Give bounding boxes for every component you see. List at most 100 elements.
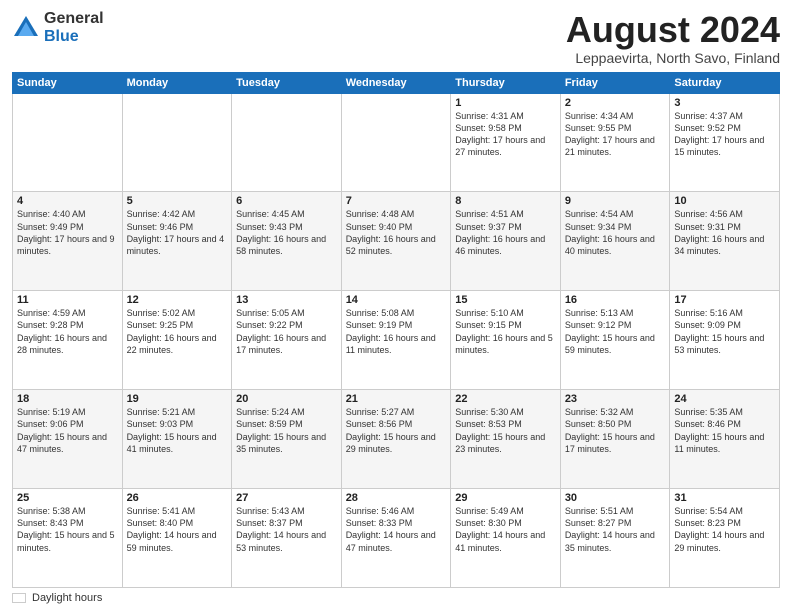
footer: Daylight hours: [12, 592, 780, 604]
day-number: 31: [674, 492, 775, 504]
day-info: Sunrise: 4:42 AM Sunset: 9:46 PM Dayligh…: [127, 208, 228, 257]
calendar-header-wednesday: Wednesday: [341, 72, 451, 93]
day-number: 18: [17, 393, 118, 405]
legend-box: [12, 593, 26, 603]
logo: General Blue: [12, 10, 104, 45]
calendar-cell: [122, 93, 232, 192]
day-info: Sunrise: 4:37 AM Sunset: 9:52 PM Dayligh…: [674, 110, 775, 159]
calendar-cell: 12Sunrise: 5:02 AM Sunset: 9:25 PM Dayli…: [122, 291, 232, 390]
day-number: 12: [127, 294, 228, 306]
calendar-header-friday: Friday: [560, 72, 670, 93]
day-info: Sunrise: 5:46 AM Sunset: 8:33 PM Dayligh…: [346, 505, 447, 554]
calendar-cell: 8Sunrise: 4:51 AM Sunset: 9:37 PM Daylig…: [451, 192, 561, 291]
day-info: Sunrise: 5:30 AM Sunset: 8:53 PM Dayligh…: [455, 406, 556, 455]
calendar-cell: 13Sunrise: 5:05 AM Sunset: 9:22 PM Dayli…: [232, 291, 342, 390]
calendar-cell: 11Sunrise: 4:59 AM Sunset: 9:28 PM Dayli…: [13, 291, 123, 390]
calendar-cell: 31Sunrise: 5:54 AM Sunset: 8:23 PM Dayli…: [670, 489, 780, 588]
calendar-cell: 30Sunrise: 5:51 AM Sunset: 8:27 PM Dayli…: [560, 489, 670, 588]
day-number: 9: [565, 195, 666, 207]
calendar-cell: 21Sunrise: 5:27 AM Sunset: 8:56 PM Dayli…: [341, 390, 451, 489]
calendar-header-thursday: Thursday: [451, 72, 561, 93]
day-number: 11: [17, 294, 118, 306]
calendar-cell: 14Sunrise: 5:08 AM Sunset: 9:19 PM Dayli…: [341, 291, 451, 390]
calendar-cell: 18Sunrise: 5:19 AM Sunset: 9:06 PM Dayli…: [13, 390, 123, 489]
day-number: 14: [346, 294, 447, 306]
day-number: 17: [674, 294, 775, 306]
day-number: 1: [455, 97, 556, 109]
day-info: Sunrise: 4:40 AM Sunset: 9:49 PM Dayligh…: [17, 208, 118, 257]
calendar-cell: 25Sunrise: 5:38 AM Sunset: 8:43 PM Dayli…: [13, 489, 123, 588]
day-number: 27: [236, 492, 337, 504]
calendar-cell: [232, 93, 342, 192]
day-info: Sunrise: 5:02 AM Sunset: 9:25 PM Dayligh…: [127, 307, 228, 356]
calendar-week-4: 25Sunrise: 5:38 AM Sunset: 8:43 PM Dayli…: [13, 489, 780, 588]
day-number: 24: [674, 393, 775, 405]
day-number: 10: [674, 195, 775, 207]
day-info: Sunrise: 5:10 AM Sunset: 9:15 PM Dayligh…: [455, 307, 556, 356]
calendar-cell: 2Sunrise: 4:34 AM Sunset: 9:55 PM Daylig…: [560, 93, 670, 192]
calendar-cell: [341, 93, 451, 192]
calendar-header-saturday: Saturday: [670, 72, 780, 93]
day-info: Sunrise: 4:59 AM Sunset: 9:28 PM Dayligh…: [17, 307, 118, 356]
calendar-cell: 4Sunrise: 4:40 AM Sunset: 9:49 PM Daylig…: [13, 192, 123, 291]
day-info: Sunrise: 5:32 AM Sunset: 8:50 PM Dayligh…: [565, 406, 666, 455]
day-info: Sunrise: 5:16 AM Sunset: 9:09 PM Dayligh…: [674, 307, 775, 356]
day-number: 28: [346, 492, 447, 504]
day-info: Sunrise: 4:34 AM Sunset: 9:55 PM Dayligh…: [565, 110, 666, 159]
day-info: Sunrise: 4:31 AM Sunset: 9:58 PM Dayligh…: [455, 110, 556, 159]
day-info: Sunrise: 4:51 AM Sunset: 9:37 PM Dayligh…: [455, 208, 556, 257]
legend-label: Daylight hours: [32, 592, 102, 604]
day-number: 8: [455, 195, 556, 207]
header: General Blue August 2024 Leppaevirta, No…: [12, 10, 780, 66]
day-number: 2: [565, 97, 666, 109]
day-info: Sunrise: 5:41 AM Sunset: 8:40 PM Dayligh…: [127, 505, 228, 554]
day-number: 6: [236, 195, 337, 207]
calendar-cell: 22Sunrise: 5:30 AM Sunset: 8:53 PM Dayli…: [451, 390, 561, 489]
day-number: 5: [127, 195, 228, 207]
day-info: Sunrise: 5:21 AM Sunset: 9:03 PM Dayligh…: [127, 406, 228, 455]
day-info: Sunrise: 5:35 AM Sunset: 8:46 PM Dayligh…: [674, 406, 775, 455]
calendar-cell: 23Sunrise: 5:32 AM Sunset: 8:50 PM Dayli…: [560, 390, 670, 489]
calendar-cell: 10Sunrise: 4:56 AM Sunset: 9:31 PM Dayli…: [670, 192, 780, 291]
logo-general-text: General: [44, 10, 104, 28]
calendar-week-2: 11Sunrise: 4:59 AM Sunset: 9:28 PM Dayli…: [13, 291, 780, 390]
day-number: 20: [236, 393, 337, 405]
day-number: 25: [17, 492, 118, 504]
day-info: Sunrise: 5:38 AM Sunset: 8:43 PM Dayligh…: [17, 505, 118, 554]
calendar-cell: 19Sunrise: 5:21 AM Sunset: 9:03 PM Dayli…: [122, 390, 232, 489]
calendar-header-row: SundayMondayTuesdayWednesdayThursdayFrid…: [13, 72, 780, 93]
calendar-cell: 24Sunrise: 5:35 AM Sunset: 8:46 PM Dayli…: [670, 390, 780, 489]
calendar-cell: 29Sunrise: 5:49 AM Sunset: 8:30 PM Dayli…: [451, 489, 561, 588]
calendar-cell: 5Sunrise: 4:42 AM Sunset: 9:46 PM Daylig…: [122, 192, 232, 291]
day-number: 19: [127, 393, 228, 405]
logo-blue-text: Blue: [44, 28, 104, 46]
day-number: 7: [346, 195, 447, 207]
calendar-week-3: 18Sunrise: 5:19 AM Sunset: 9:06 PM Dayli…: [13, 390, 780, 489]
day-info: Sunrise: 5:13 AM Sunset: 9:12 PM Dayligh…: [565, 307, 666, 356]
calendar-week-1: 4Sunrise: 4:40 AM Sunset: 9:49 PM Daylig…: [13, 192, 780, 291]
calendar-cell: [13, 93, 123, 192]
calendar-cell: 15Sunrise: 5:10 AM Sunset: 9:15 PM Dayli…: [451, 291, 561, 390]
day-number: 15: [455, 294, 556, 306]
day-info: Sunrise: 5:24 AM Sunset: 8:59 PM Dayligh…: [236, 406, 337, 455]
day-info: Sunrise: 5:51 AM Sunset: 8:27 PM Dayligh…: [565, 505, 666, 554]
day-number: 21: [346, 393, 447, 405]
calendar-cell: 27Sunrise: 5:43 AM Sunset: 8:37 PM Dayli…: [232, 489, 342, 588]
day-number: 3: [674, 97, 775, 109]
day-number: 16: [565, 294, 666, 306]
calendar-week-0: 1Sunrise: 4:31 AM Sunset: 9:58 PM Daylig…: [13, 93, 780, 192]
calendar-cell: 3Sunrise: 4:37 AM Sunset: 9:52 PM Daylig…: [670, 93, 780, 192]
day-info: Sunrise: 5:08 AM Sunset: 9:19 PM Dayligh…: [346, 307, 447, 356]
calendar-table: SundayMondayTuesdayWednesdayThursdayFrid…: [12, 72, 780, 588]
day-info: Sunrise: 5:05 AM Sunset: 9:22 PM Dayligh…: [236, 307, 337, 356]
day-number: 26: [127, 492, 228, 504]
calendar-cell: 28Sunrise: 5:46 AM Sunset: 8:33 PM Dayli…: [341, 489, 451, 588]
logo-text: General Blue: [44, 10, 104, 45]
day-info: Sunrise: 5:27 AM Sunset: 8:56 PM Dayligh…: [346, 406, 447, 455]
month-year: August 2024: [566, 10, 780, 50]
page: General Blue August 2024 Leppaevirta, No…: [0, 0, 792, 612]
day-number: 13: [236, 294, 337, 306]
day-info: Sunrise: 5:43 AM Sunset: 8:37 PM Dayligh…: [236, 505, 337, 554]
calendar-cell: 26Sunrise: 5:41 AM Sunset: 8:40 PM Dayli…: [122, 489, 232, 588]
day-number: 22: [455, 393, 556, 405]
